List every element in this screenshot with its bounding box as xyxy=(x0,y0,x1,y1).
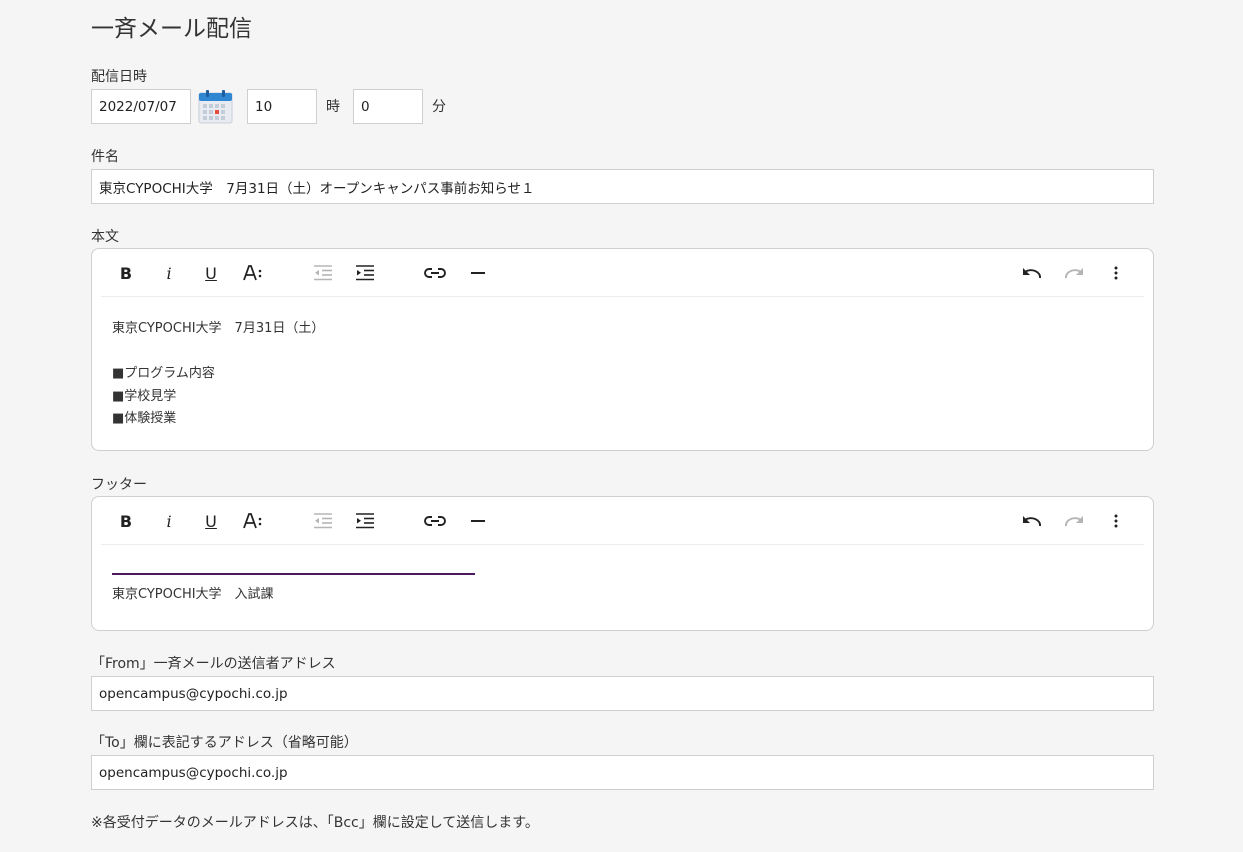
body-line: ■体験授業 xyxy=(112,411,177,426)
italic-icon[interactable]: i xyxy=(157,509,181,533)
bold-icon[interactable]: B xyxy=(114,261,138,285)
font-size-icon[interactable] xyxy=(241,509,265,533)
to-label: 「To」欄に表記するアドレス（省略可能） xyxy=(91,735,358,751)
delivery-hour-input[interactable]: 10 xyxy=(247,89,317,124)
bcc-note: ※各受付データのメールアドレスは、「Bcc」欄に設定して送信します。 xyxy=(91,815,539,831)
body-line: 東京CYPOCHI大学 7月31日（土） xyxy=(112,321,325,336)
footer-editor[interactable]: B i U 東京CYPOCHI大学 入試課 xyxy=(91,496,1154,631)
to-address-input[interactable]: opencampus@cypochi.co.jp xyxy=(91,755,1154,790)
outdent-icon[interactable] xyxy=(311,261,335,285)
link-icon[interactable] xyxy=(423,509,447,533)
calendar-icon[interactable] xyxy=(198,89,233,124)
undo-icon[interactable] xyxy=(1020,261,1044,285)
underline-icon[interactable]: U xyxy=(199,509,223,533)
underline-icon[interactable]: U xyxy=(199,261,223,285)
redo-icon[interactable] xyxy=(1062,261,1086,285)
indent-icon[interactable] xyxy=(353,509,377,533)
more-vertical-icon[interactable] xyxy=(1104,509,1128,533)
body-toolbar: B i U xyxy=(101,249,1144,297)
page: 一斉メール配信 配信日時 2022/07/07 10 時 0 分 件名 東京CY… xyxy=(0,0,1243,852)
minute-unit: 分 xyxy=(432,99,446,115)
italic-icon[interactable]: i xyxy=(157,261,181,285)
body-editor[interactable]: B i U 東京CYPOCHI大学 7月31日（土） ■プログラム内容 ■学校見… xyxy=(91,248,1154,451)
outdent-icon[interactable] xyxy=(311,509,335,533)
footer-line: 東京CYPOCHI大学 入試課 xyxy=(112,587,274,602)
horizontal-rule-icon[interactable] xyxy=(466,261,490,285)
body-line: ■プログラム内容 xyxy=(112,366,215,381)
link-icon[interactable] xyxy=(423,261,447,285)
hour-unit: 時 xyxy=(326,99,340,115)
more-vertical-icon[interactable] xyxy=(1104,261,1128,285)
delivery-label: 配信日時 xyxy=(91,69,147,85)
font-size-icon[interactable] xyxy=(241,261,265,285)
footer-horizontal-rule xyxy=(112,573,475,575)
subject-input[interactable]: 東京CYPOCHI大学 7月31日（土）オープンキャンパス事前お知らせ１ xyxy=(91,169,1154,204)
body-label: 本文 xyxy=(91,229,119,245)
footer-label: フッター xyxy=(91,477,147,493)
indent-icon[interactable] xyxy=(353,261,377,285)
subject-label: 件名 xyxy=(91,149,119,165)
redo-icon[interactable] xyxy=(1062,509,1086,533)
undo-icon[interactable] xyxy=(1020,509,1044,533)
bold-icon[interactable]: B xyxy=(114,509,138,533)
footer-toolbar: B i U xyxy=(101,497,1144,545)
page-title: 一斉メール配信 xyxy=(91,16,252,42)
from-label: 「From」一斉メールの送信者アドレス xyxy=(91,656,336,672)
delivery-minute-input[interactable]: 0 xyxy=(353,89,423,124)
delivery-date-input[interactable]: 2022/07/07 xyxy=(91,89,191,124)
from-address-input[interactable]: opencampus@cypochi.co.jp xyxy=(91,676,1154,711)
horizontal-rule-icon[interactable] xyxy=(466,509,490,533)
body-line: ■学校見学 xyxy=(112,388,177,404)
body-content[interactable]: 東京CYPOCHI大学 7月31日（土） ■プログラム内容 ■学校見学 ■体験授… xyxy=(92,297,1153,431)
footer-content[interactable]: 東京CYPOCHI大学 入試課 xyxy=(92,545,1153,607)
body-line xyxy=(112,341,1133,364)
